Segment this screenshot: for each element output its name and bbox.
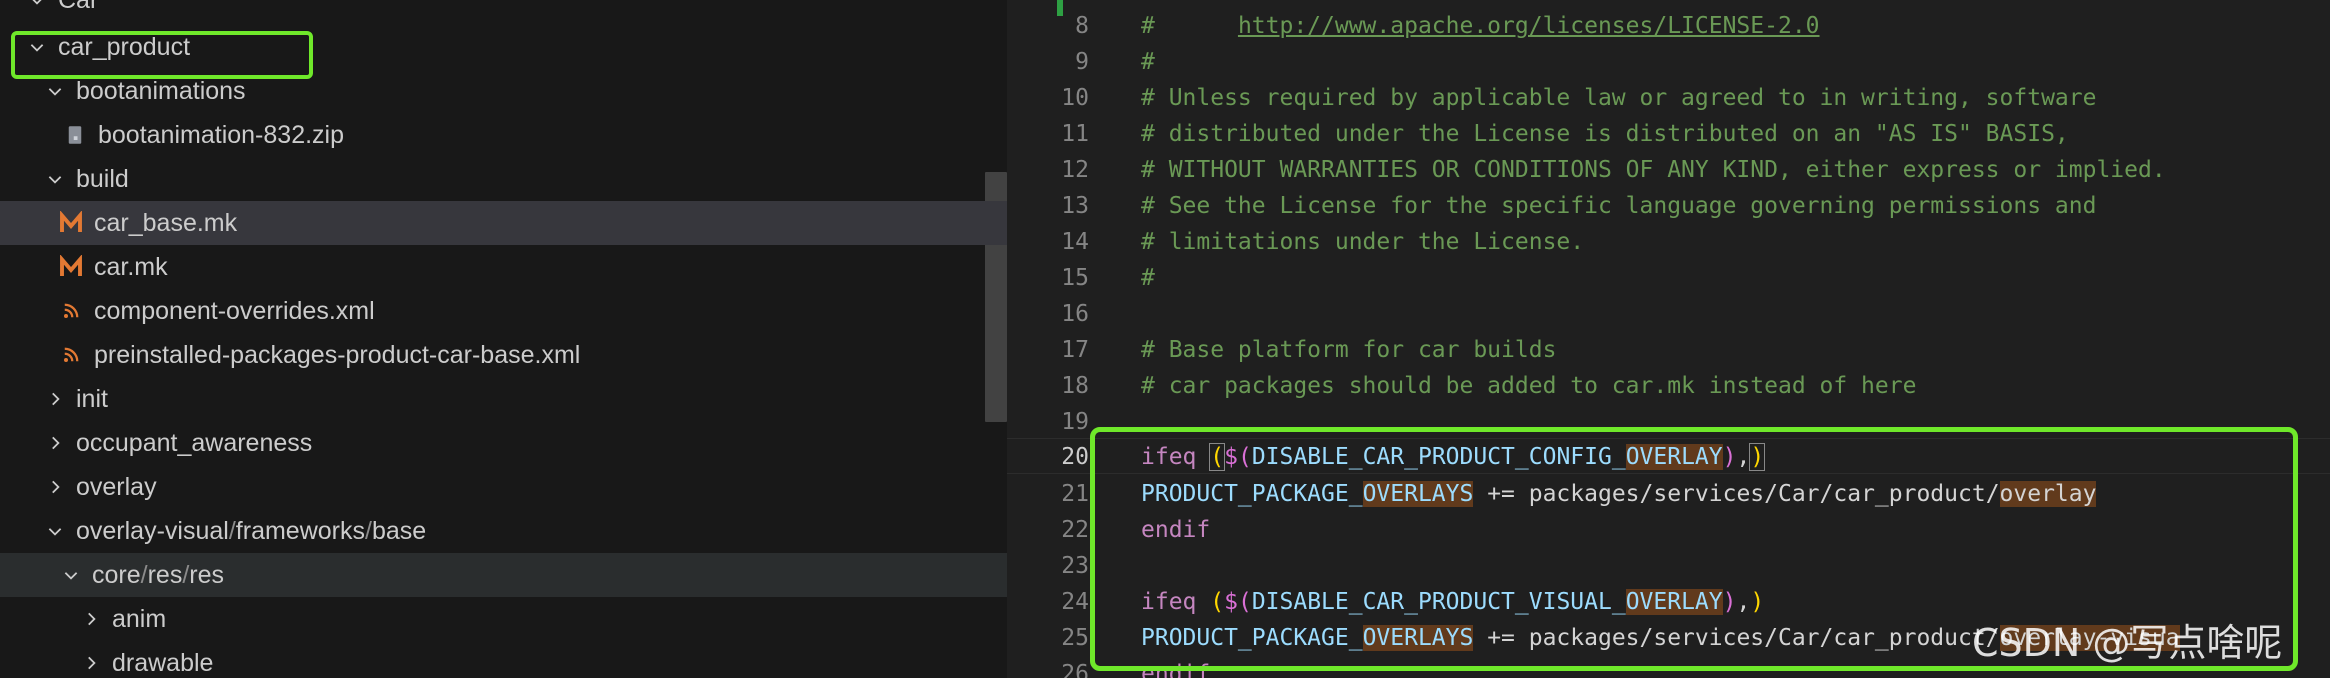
line-number: 24 bbox=[1061, 589, 1089, 615]
line-content: # bbox=[1141, 265, 1155, 291]
tree-item-occupant-awareness[interactable]: occupant_awareness bbox=[0, 421, 1007, 465]
code-line[interactable]: 11 # distributed under the License is dis… bbox=[1007, 116, 2330, 152]
chevron-right-icon bbox=[42, 430, 68, 456]
code-line[interactable]: 10 # Unless required by applicable law or… bbox=[1007, 80, 2330, 116]
tree-item-label: overlay bbox=[76, 472, 157, 501]
tree-item-label: anim bbox=[112, 604, 167, 633]
file-explorer: Car car_product bootanimations bootanima… bbox=[0, 0, 1007, 678]
chevron-right-icon bbox=[42, 386, 68, 412]
makefile-icon bbox=[58, 210, 84, 236]
line-number: 10 bbox=[1061, 85, 1089, 111]
line-number: 18 bbox=[1061, 373, 1089, 399]
line-number: 23 bbox=[1061, 553, 1089, 579]
tree-item-label: build bbox=[76, 164, 129, 193]
tree-item-preinstalled-packages[interactable]: preinstalled-packages-product-car-base.x… bbox=[0, 333, 1007, 377]
tree-item-init[interactable]: init bbox=[0, 377, 1007, 421]
chevron-down-icon bbox=[42, 78, 68, 104]
line-number: 17 bbox=[1061, 337, 1089, 363]
line-number: 11 bbox=[1061, 121, 1089, 147]
code-line[interactable]: 8 # http://www.apache.org/licenses/LICENS… bbox=[1007, 8, 2330, 44]
tree-item-car-base-mk[interactable]: car_base.mk bbox=[0, 201, 1007, 245]
tree-item-label: bootanimations bbox=[76, 76, 246, 105]
code-line[interactable]: 14 # limitations under the License. bbox=[1007, 224, 2330, 260]
chevron-down-icon bbox=[24, 0, 50, 13]
line-number: 9 bbox=[1075, 49, 1089, 75]
chevron-down-icon bbox=[58, 562, 84, 588]
tree-item-drawable[interactable]: drawable bbox=[0, 641, 1007, 678]
line-number: 25 bbox=[1061, 625, 1089, 651]
highlight-box-car-product bbox=[11, 31, 313, 79]
tree-item-label: car_base.mk bbox=[94, 208, 238, 237]
line-content: # car packages should be added to car.mk… bbox=[1141, 373, 1917, 399]
tree-item-anim[interactable]: anim bbox=[0, 597, 1007, 641]
tree-item-label: init bbox=[76, 384, 108, 413]
tree-item-label: drawable bbox=[112, 648, 214, 677]
line-number: 20 bbox=[1061, 444, 1089, 470]
tree-item-overlay[interactable]: overlay bbox=[0, 465, 1007, 509]
tree-item-label: Car bbox=[58, 0, 98, 15]
tree-item-label: preinstalled-packages-product-car-base.x… bbox=[94, 340, 581, 369]
tree-item-label: car.mk bbox=[94, 252, 168, 281]
line-number: 19 bbox=[1061, 409, 1089, 435]
chevron-right-icon bbox=[78, 606, 104, 632]
line-number: 14 bbox=[1061, 229, 1089, 255]
line-content: # Base platform for car builds bbox=[1141, 337, 1557, 363]
tree-item-label: bootanimation-832.zip bbox=[98, 120, 344, 149]
chevron-right-icon bbox=[78, 650, 104, 676]
line-content: # limitations under the License. bbox=[1141, 229, 1585, 255]
line-number: 21 bbox=[1061, 481, 1089, 507]
code-line[interactable]: 13 # See the License for the specific lan… bbox=[1007, 188, 2330, 224]
line-number: 15 bbox=[1061, 265, 1089, 291]
tree-item-car[interactable]: Car bbox=[0, 0, 1007, 22]
csdn-watermark: CSDN @写点啥呢 bbox=[1972, 621, 2283, 665]
license-link[interactable]: http://www.apache.org/licenses/LICENSE-2… bbox=[1238, 13, 1820, 39]
tree-item-bootanimation-zip[interactable]: bootanimation-832.zip bbox=[0, 113, 1007, 157]
line-content: # http://www.apache.org/licenses/LICENSE… bbox=[1141, 13, 1820, 39]
tree-item-component-overrides[interactable]: component-overrides.xml bbox=[0, 289, 1007, 333]
line-number: 13 bbox=[1061, 193, 1089, 219]
zip-file-icon bbox=[62, 122, 88, 148]
code-line[interactable]: 16 bbox=[1007, 296, 2330, 332]
tree-item-label: component-overrides.xml bbox=[94, 296, 375, 325]
line-number: 8 bbox=[1075, 13, 1089, 39]
chevron-down-icon bbox=[42, 518, 68, 544]
line-content: # bbox=[1141, 49, 1155, 75]
tree-item-build[interactable]: build bbox=[0, 157, 1007, 201]
line-number: 16 bbox=[1061, 301, 1089, 327]
chevron-down-icon bbox=[42, 166, 68, 192]
chevron-right-icon bbox=[42, 474, 68, 500]
code-line[interactable]: 17 # Base platform for car builds bbox=[1007, 332, 2330, 368]
tree-item-label: core/res/res bbox=[92, 560, 225, 589]
tree-item-car-mk[interactable]: car.mk bbox=[0, 245, 1007, 289]
line-content: # distributed under the License is distr… bbox=[1141, 121, 2069, 147]
rss-file-icon bbox=[58, 342, 84, 368]
tree-item-overlay-visual[interactable]: overlay-visual/frameworks/base bbox=[0, 509, 1007, 553]
line-content: # Unless required by applicable law or a… bbox=[1141, 85, 2097, 111]
tree-item-label: occupant_awareness bbox=[76, 428, 313, 457]
line-content: # See the License for the specific langu… bbox=[1141, 193, 2097, 219]
rss-file-icon bbox=[58, 298, 84, 324]
code-line[interactable]: 15 # bbox=[1007, 260, 2330, 296]
tree-item-core-res[interactable]: core/res/res bbox=[0, 553, 1007, 597]
line-number: 26 bbox=[1061, 661, 1089, 678]
makefile-icon bbox=[58, 254, 84, 280]
vscode-window: Car car_product bootanimations bootanima… bbox=[0, 0, 2330, 678]
line-content: # WITHOUT WARRANTIES OR CONDITIONS OF AN… bbox=[1141, 157, 2166, 183]
line-number: 12 bbox=[1061, 157, 1089, 183]
line-number: 22 bbox=[1061, 517, 1089, 543]
tree-item-label: overlay-visual/frameworks/base bbox=[76, 516, 427, 545]
code-line[interactable]: 18 # car packages should be added to car.… bbox=[1007, 368, 2330, 404]
code-line[interactable]: 12 # WITHOUT WARRANTIES OR CONDITIONS OF … bbox=[1007, 152, 2330, 188]
code-line[interactable]: 9 # bbox=[1007, 44, 2330, 80]
